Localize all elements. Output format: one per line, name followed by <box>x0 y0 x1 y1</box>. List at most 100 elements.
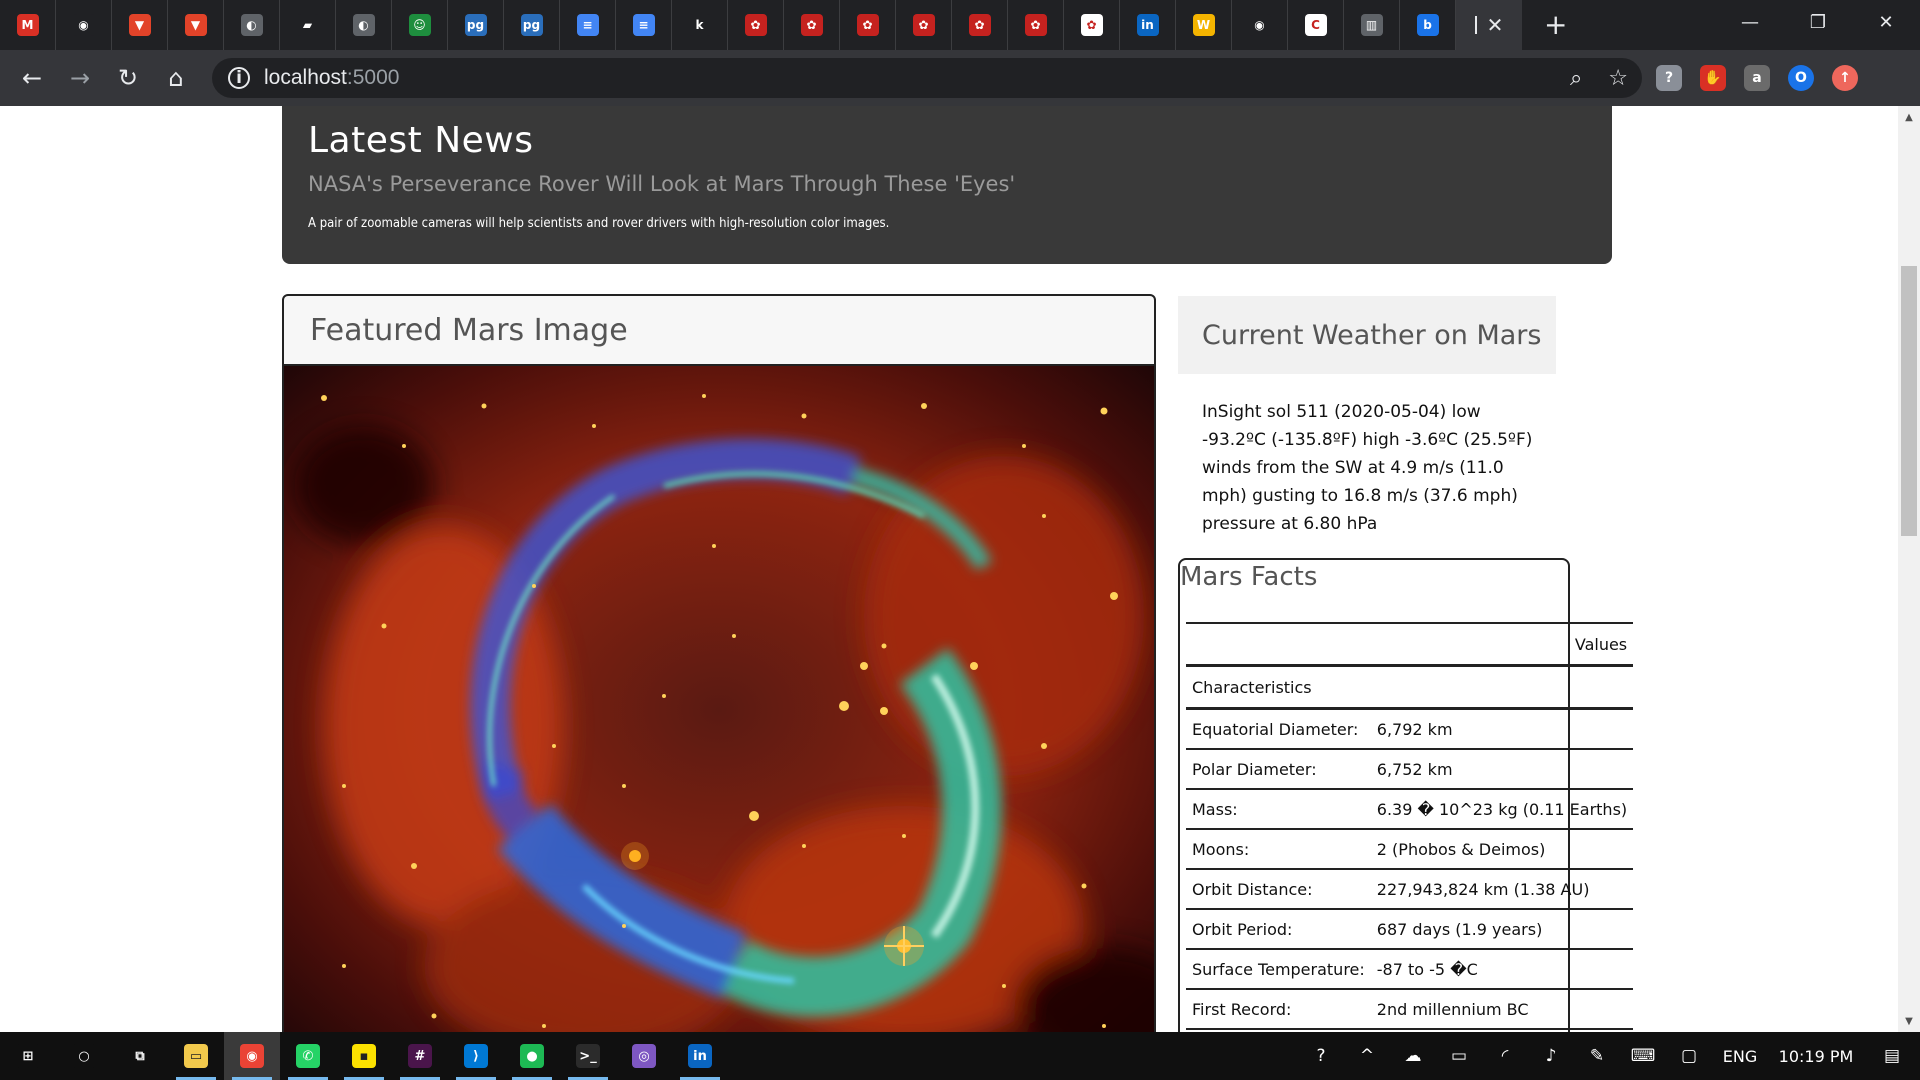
scrollbar-thumb[interactable] <box>1901 266 1917 536</box>
pen-icon[interactable]: ✎ <box>1574 1032 1620 1080</box>
minimize-button[interactable]: — <box>1716 0 1784 44</box>
taskbar-button[interactable]: >_ <box>560 1032 616 1080</box>
news-teaser: A pair of zoomable cameras will help sci… <box>308 216 890 231</box>
scroll-up-icon[interactable]: ▲ <box>1898 106 1920 128</box>
tab-list: M ◉ ▼ ▼ ◐ ▰ ◐ ☺ pg pg ≡ ≡ k ✿ ✿ ✿ ✿ ✿ ✿ ✿ in W ◉ C ▥ b <box>0 0 1456 50</box>
browser-tab[interactable]: ≡ <box>560 0 616 50</box>
help-icon[interactable]: ? <box>1298 1032 1344 1080</box>
notification-icon[interactable]: ▤ <box>1864 1032 1920 1080</box>
home-button[interactable]: ⌂ <box>152 54 200 102</box>
close-window-button[interactable]: ✕ <box>1852 0 1920 44</box>
site-info-icon[interactable]: i <box>228 67 250 89</box>
news-section-title: Latest News <box>308 120 534 161</box>
browser-tab[interactable]: ✿ <box>840 0 896 50</box>
browser-tab[interactable]: in <box>1120 0 1176 50</box>
flower-icon: ✿ <box>1024 14 1047 36</box>
volume-icon[interactable]: ♪ <box>1528 1032 1574 1080</box>
task-view-icon: ⧉ <box>128 1044 152 1068</box>
bookmark-star-icon[interactable]: ☆ <box>1608 66 1628 91</box>
characteristics-label: Characteristics <box>1186 665 1371 710</box>
book-icon: ▰ <box>296 14 319 36</box>
close-tab-icon[interactable]: ✕ <box>1487 13 1504 37</box>
browser-tab[interactable]: ✿ <box>1008 0 1064 50</box>
table-row: Moons: 2 (Phobos & Deimos) <box>1186 829 1634 870</box>
browser-tab[interactable]: ◐ <box>224 0 280 50</box>
taskbar-button[interactable]: ⊞ <box>0 1032 56 1080</box>
featured-mars-image[interactable] <box>284 366 1154 1032</box>
battery-icon[interactable]: ▭ <box>1436 1032 1482 1080</box>
keyboard-icon[interactable]: ⌨ <box>1620 1032 1666 1080</box>
bag-icon[interactable]: a <box>1744 65 1770 91</box>
onedrive-icon[interactable]: ☁ <box>1390 1032 1436 1080</box>
browser-tab[interactable]: ✿ <box>952 0 1008 50</box>
browser-tab[interactable]: W <box>1176 0 1232 50</box>
zoom-icon[interactable]: ⌕ <box>1570 66 1582 91</box>
taskbar-button[interactable]: ✆ <box>280 1032 336 1080</box>
mars-facts-title: Mars Facts <box>1180 562 1318 592</box>
browser-tab[interactable]: ✿ <box>784 0 840 50</box>
browser-tab[interactable]: k <box>672 0 728 50</box>
taskbar-button[interactable]: ⟩ <box>448 1032 504 1080</box>
browser-tab[interactable]: M <box>0 0 56 50</box>
browser-tab[interactable]: ✿ <box>896 0 952 50</box>
new-tab-button[interactable]: + <box>1544 11 1567 39</box>
shield-icon[interactable]: ? <box>1656 65 1682 91</box>
gitlab-icon: ▼ <box>128 14 151 36</box>
browser-tab[interactable]: ◉ <box>56 0 112 50</box>
browser-tab[interactable]: ▼ <box>168 0 224 50</box>
browser-tab[interactable]: ▼ <box>112 0 168 50</box>
browser-tab[interactable]: ☺ <box>392 0 448 50</box>
b-icon: b <box>1416 14 1439 36</box>
slack-icon: # <box>408 1044 432 1068</box>
browser-tab[interactable]: ◉ <box>1232 0 1288 50</box>
taskbar-button[interactable]: ○ <box>56 1032 112 1080</box>
forward-button[interactable]: → <box>56 54 104 102</box>
scroll-down-icon[interactable]: ▼ <box>1898 1010 1920 1032</box>
active-tab[interactable]: ✕ <box>1456 0 1522 50</box>
browser-tab[interactable]: ✿ <box>728 0 784 50</box>
table-row: Mass: 6.39 � 10^23 kg (0.11 Earths) <box>1186 789 1634 830</box>
browser-tab[interactable]: ≡ <box>616 0 672 50</box>
page-scrollbar[interactable]: ▲ ▼ <box>1898 106 1920 1032</box>
characteristics-row: Characteristics <box>1186 665 1634 710</box>
browser-tab[interactable]: pg <box>448 0 504 50</box>
browser-tab[interactable]: ▰ <box>280 0 336 50</box>
taskbar-button[interactable]: # <box>392 1032 448 1080</box>
fact-label: Moons: <box>1186 829 1371 870</box>
browser-tab[interactable]: pg <box>504 0 560 50</box>
empty-cell <box>1370 665 1634 710</box>
clock[interactable]: 10:19 PM <box>1768 1047 1864 1066</box>
back-button[interactable]: ← <box>8 54 56 102</box>
flower-icon: ✿ <box>856 14 879 36</box>
restore-button[interactable]: ❐ <box>1784 0 1852 44</box>
reload-button[interactable]: ↻ <box>104 54 152 102</box>
table-row: Surface Temperature: -87 to -5 �C <box>1186 949 1634 990</box>
address-bar[interactable]: i localhost:5000 ⌕ ☆ <box>212 58 1642 98</box>
url-port: :5000 <box>346 66 400 89</box>
back-arrow-icon: ← <box>21 64 43 92</box>
language-indicator[interactable]: ENG <box>1712 1047 1768 1066</box>
taskbar-button[interactable]: ▪ <box>336 1032 392 1080</box>
browser-tab[interactable]: ✿ <box>1064 0 1120 50</box>
browser-tab[interactable]: ◐ <box>336 0 392 50</box>
wifi-icon[interactable]: ◜ <box>1482 1032 1528 1080</box>
taskbar-button[interactable]: ◉ <box>224 1032 280 1080</box>
taskbar-button[interactable]: ▭ <box>168 1032 224 1080</box>
profile-icon[interactable]: O <box>1788 65 1814 91</box>
hand-stop-icon[interactable]: ✋ <box>1700 65 1726 91</box>
taskbar-button[interactable]: ⧉ <box>112 1032 168 1080</box>
fact-label: Polar Diameter: <box>1186 749 1371 790</box>
update-icon[interactable]: ↑ <box>1832 65 1858 91</box>
taskbar-button[interactable]: ◎ <box>616 1032 672 1080</box>
google-docs-icon: ≡ <box>576 14 599 36</box>
taskbar-button[interactable]: ● <box>504 1032 560 1080</box>
taskbar-button[interactable]: in <box>672 1032 728 1080</box>
browser-tab[interactable]: b <box>1400 0 1456 50</box>
news-headline-link[interactable]: NASA's Perseverance Rover Will Look at M… <box>308 172 1015 196</box>
browser-tab[interactable]: ▥ <box>1344 0 1400 50</box>
chevron-up-icon[interactable]: ^ <box>1344 1032 1390 1080</box>
browser-tab[interactable]: C <box>1288 0 1344 50</box>
window-controls: — ❐ ✕ <box>1716 0 1920 50</box>
display-icon[interactable]: ▢ <box>1666 1032 1712 1080</box>
fact-value: -87 to -5 �C <box>1370 949 1634 990</box>
